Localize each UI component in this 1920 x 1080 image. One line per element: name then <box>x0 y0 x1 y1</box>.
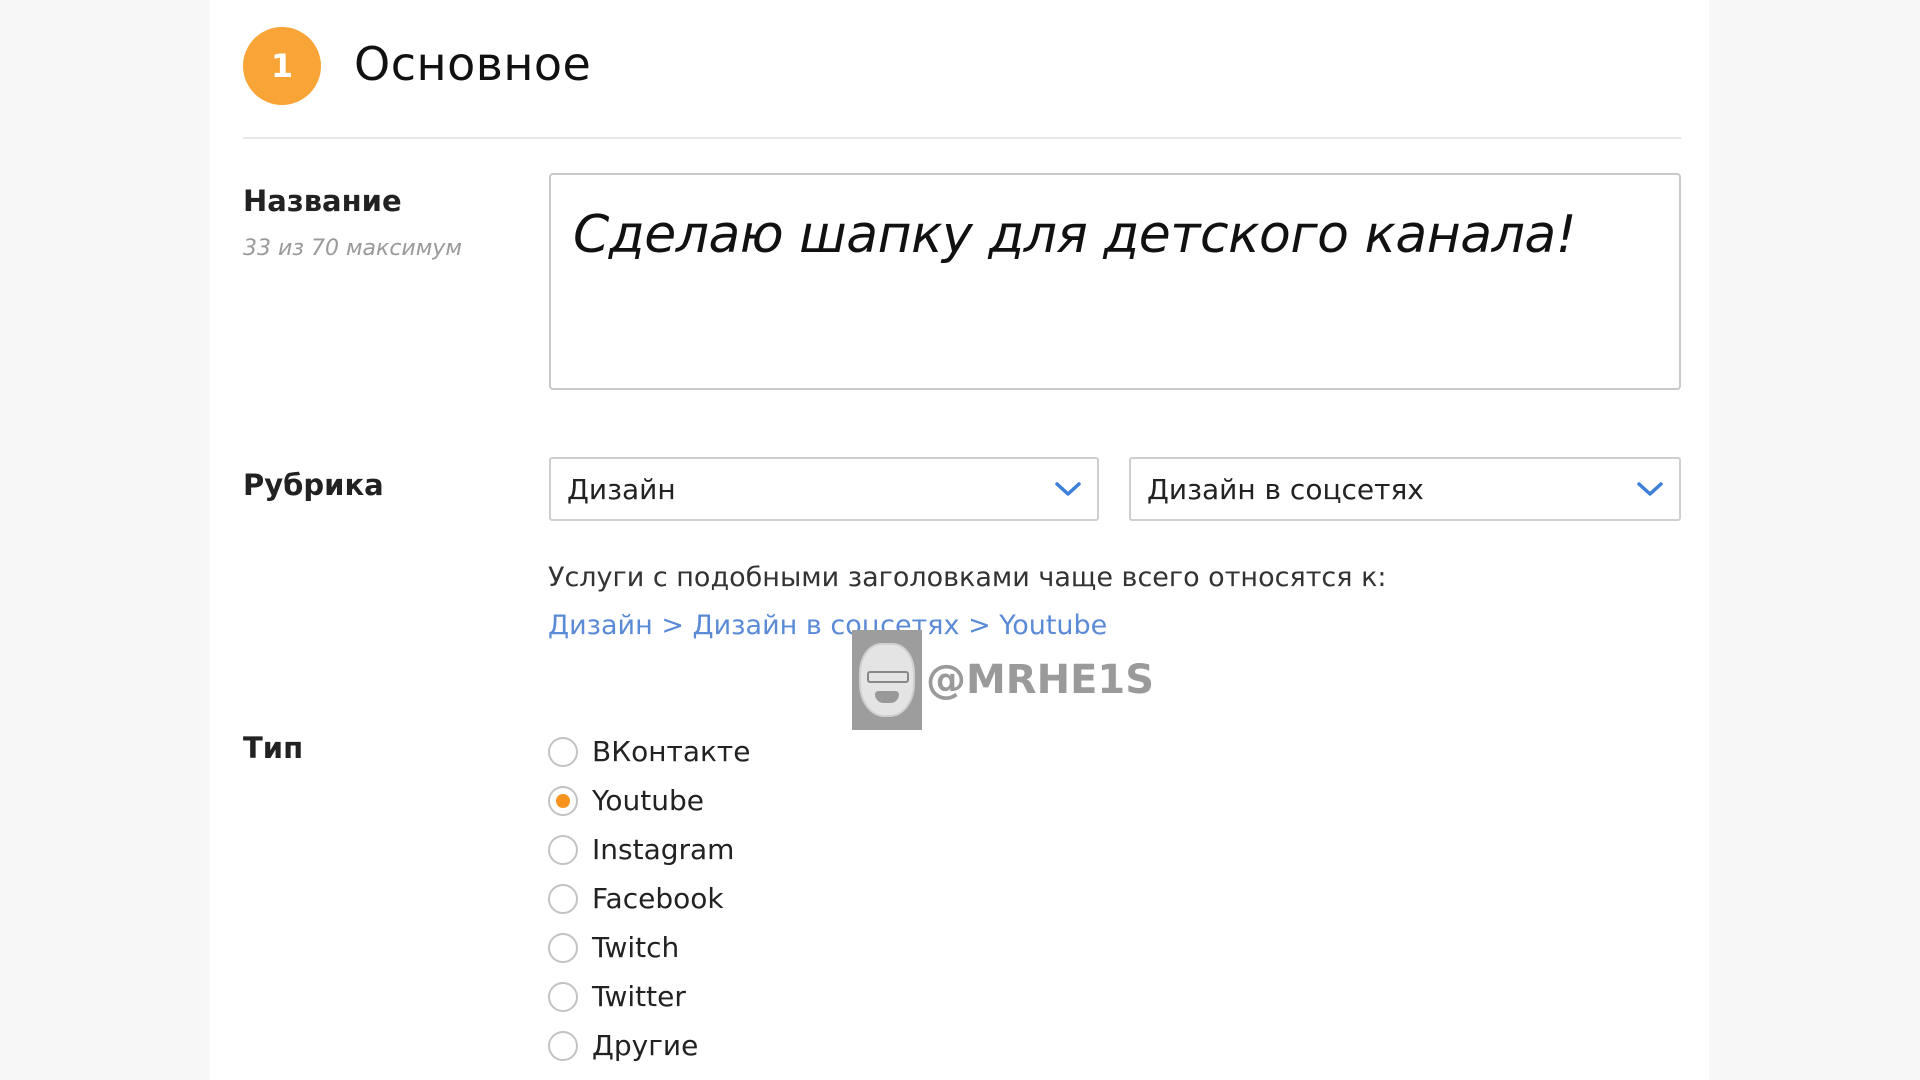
type-option-other[interactable]: Другие <box>548 1021 750 1070</box>
type-option-instagram[interactable]: Instagram <box>548 825 750 874</box>
category-secondary-select[interactable]: Дизайн в соцсетях <box>1129 457 1681 521</box>
category-primary-value: Дизайн <box>567 472 676 506</box>
radio-label: Facebook <box>592 882 724 915</box>
radio-button[interactable] <box>548 736 578 767</box>
watermark-portrait-icon <box>852 630 922 730</box>
type-option-twitch[interactable]: Twitch <box>548 923 750 972</box>
section-divider <box>243 137 1681 139</box>
type-option-vkontakte[interactable]: ВКонтакте <box>548 727 750 776</box>
watermark-text: @MRHE1S <box>926 657 1155 703</box>
form-card <box>210 0 1709 1080</box>
radio-button[interactable] <box>548 834 578 865</box>
name-char-counter: 33 из 70 максимум <box>243 236 462 261</box>
type-option-facebook[interactable]: Facebook <box>548 874 750 923</box>
radio-label: Twitter <box>592 980 686 1013</box>
radio-label: ВКонтакте <box>592 735 751 768</box>
step-number: 1 <box>270 47 294 85</box>
radio-label: Youtube <box>592 784 704 817</box>
type-label: Тип <box>243 731 304 765</box>
radio-button[interactable] <box>548 1030 578 1061</box>
face-icon <box>859 643 915 717</box>
type-option-twitter[interactable]: Twitter <box>548 972 750 1021</box>
name-label: Название <box>243 184 402 218</box>
category-secondary-value: Дизайн в соцсетях <box>1147 472 1424 506</box>
radio-label: Другие <box>592 1029 699 1062</box>
category-label: Рубрика <box>243 468 384 502</box>
radio-button[interactable] <box>548 981 578 1012</box>
watermark: @MRHE1S <box>852 630 1154 730</box>
section-title: Основное <box>354 37 592 91</box>
radio-button[interactable] <box>548 932 578 963</box>
chevron-down-icon <box>1637 482 1663 496</box>
chevron-down-icon <box>1055 482 1081 496</box>
radio-label: Instagram <box>592 833 735 866</box>
category-suggestion-text: Услуги с подобными заголовками чаще всег… <box>548 562 1387 593</box>
radio-button[interactable] <box>548 883 578 914</box>
radio-button-checked[interactable] <box>548 785 578 816</box>
name-input-value: Сделаю шапку для детского канала! <box>573 205 1577 265</box>
type-radio-group: ВКонтакте Youtube Instagram Facebook Twi… <box>548 727 750 1070</box>
step-number-badge: 1 <box>243 27 321 105</box>
type-option-youtube[interactable]: Youtube <box>548 776 750 825</box>
radio-label: Twitch <box>592 931 680 964</box>
category-primary-select[interactable]: Дизайн <box>549 457 1099 521</box>
name-input[interactable]: Сделаю шапку для детского канала! <box>549 173 1681 390</box>
